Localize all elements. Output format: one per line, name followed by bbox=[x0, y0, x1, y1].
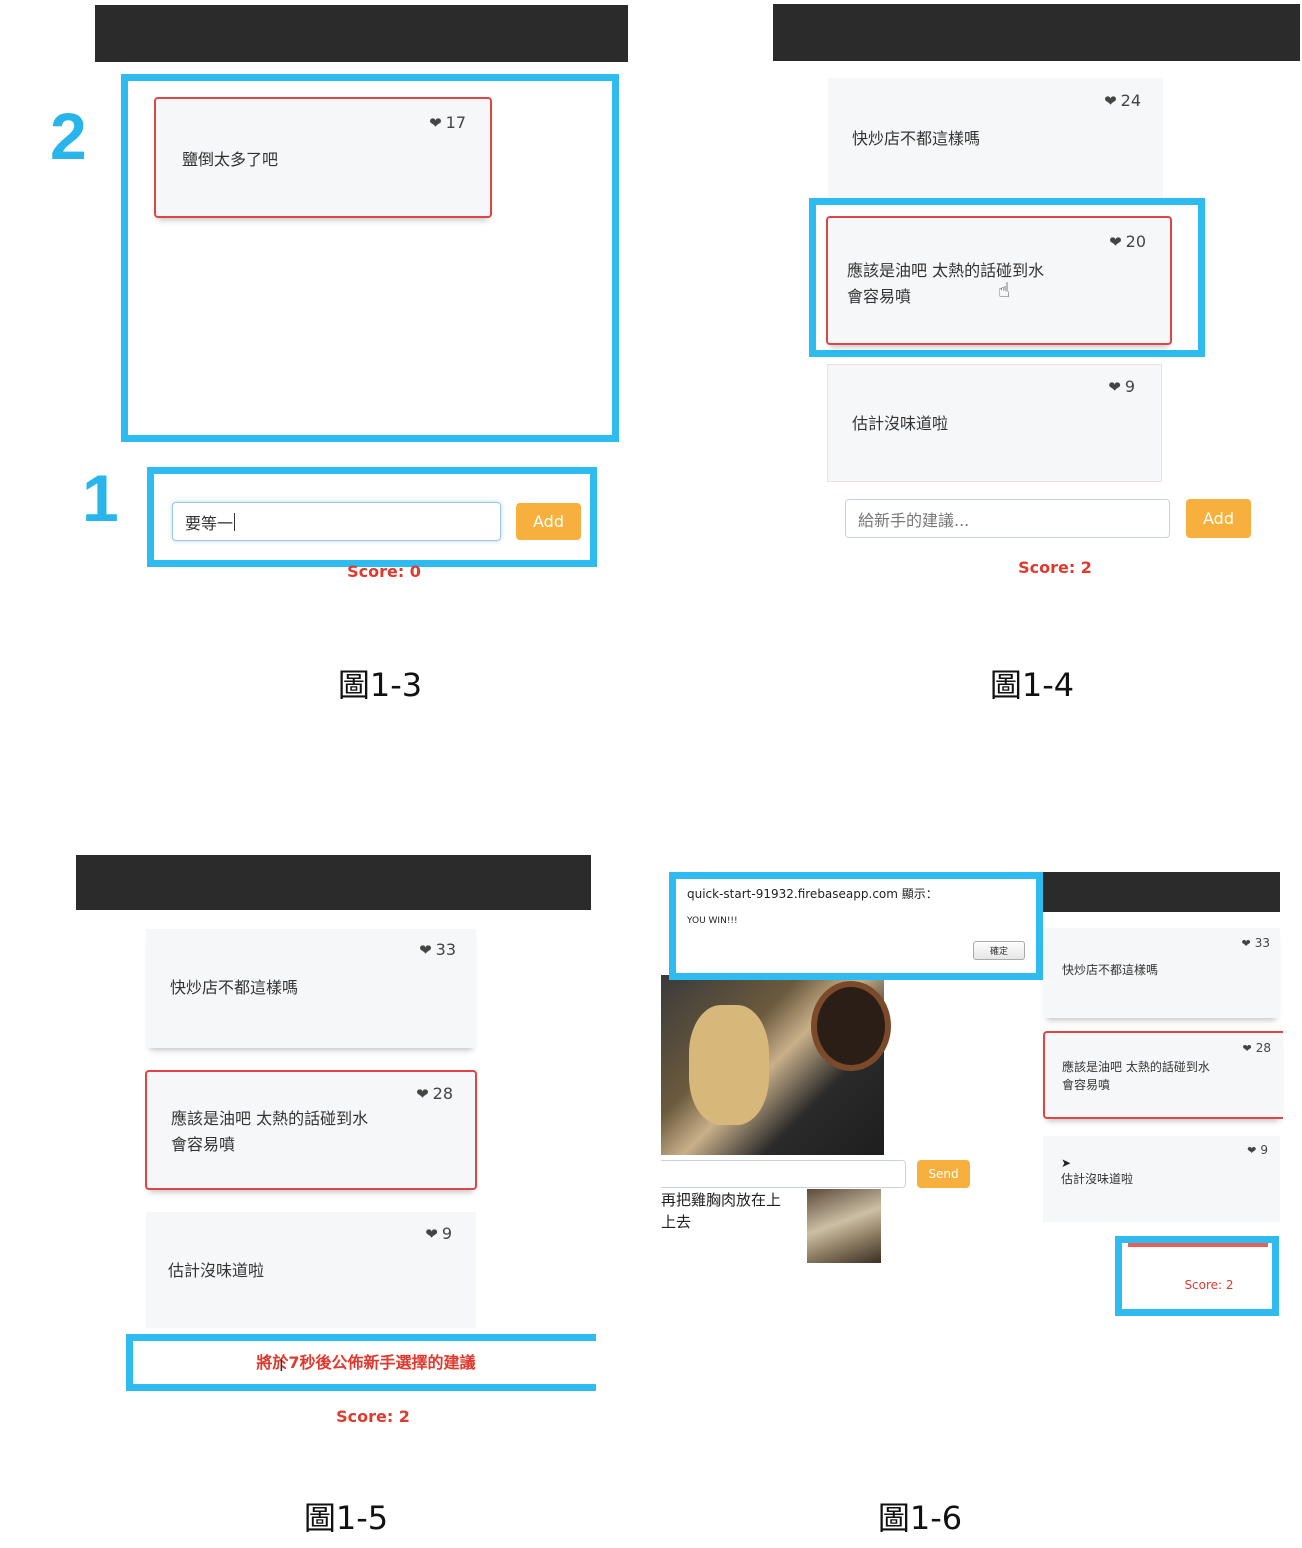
text-cursor-icon: I bbox=[279, 1356, 284, 1375]
step-marker-2: 2 bbox=[50, 99, 87, 173]
like-count[interactable]: ❤ 20 bbox=[1109, 232, 1146, 251]
like-count[interactable]: ❤ 9 bbox=[1108, 377, 1135, 396]
chat-input[interactable] bbox=[661, 1160, 906, 1188]
heart-icon: ❤ bbox=[1247, 1144, 1257, 1157]
figure-caption: 圖1-6 bbox=[877, 1499, 963, 1537]
alert-dialog: quick-start-91932.firebaseapp.com 顯示： YO… bbox=[669, 872, 1043, 980]
chat-message: 再把雞胸肉放在上 上去 bbox=[661, 1191, 782, 1231]
score-label: Score: 2 bbox=[1018, 558, 1092, 577]
stream-video bbox=[661, 975, 891, 1155]
score-label: Score: 2 bbox=[336, 1407, 410, 1426]
heart-icon: ❤ bbox=[416, 1085, 429, 1103]
send-button[interactable]: Send bbox=[917, 1160, 970, 1188]
pan-image bbox=[811, 981, 891, 1071]
hand-cursor-icon: ☝ bbox=[998, 278, 1011, 302]
suggestion-input[interactable]: 要等一 bbox=[172, 502, 501, 541]
add-button[interactable]: Add bbox=[1186, 499, 1251, 538]
suggestion-text: 估計沒味道啦 bbox=[1061, 1172, 1134, 1186]
suggestion-card[interactable]: ❤ 9 ➤ 估計沒味道啦 bbox=[1043, 1136, 1280, 1222]
navbar bbox=[1040, 872, 1280, 912]
chicken-breast-image bbox=[689, 1005, 769, 1125]
score-label: Score: 0 bbox=[347, 562, 421, 581]
score-label: Score: 2 bbox=[1184, 1278, 1234, 1292]
dialog-message: YOU WIN!!! bbox=[687, 916, 738, 926]
like-count[interactable]: ❤ 33 bbox=[1242, 936, 1271, 950]
chat-image-thumbnail bbox=[807, 1189, 881, 1263]
suggestion-text: 快炒店不都這樣嗎 bbox=[1062, 963, 1159, 977]
suggestion-text: 鹽倒太多了吧 bbox=[182, 150, 279, 169]
suggestion-card[interactable]: ❤ 33 快炒店不都這樣嗎 bbox=[1043, 928, 1280, 1018]
suggestion-text: 快炒店不都這樣嗎 bbox=[170, 978, 299, 997]
heart-icon: ❤ bbox=[419, 941, 432, 959]
like-count[interactable]: ❤ 9 bbox=[1247, 1143, 1268, 1157]
navbar bbox=[773, 4, 1300, 61]
suggestion-input[interactable]: 給新手的建議... bbox=[845, 499, 1170, 538]
suggestion-text: 應該是油吧 太熱的話碰到水 會容易噴 bbox=[847, 261, 1045, 306]
add-button[interactable]: Add bbox=[516, 503, 581, 540]
arrow-cursor-icon: ➤ bbox=[1061, 1156, 1072, 1170]
suggestion-text: 應該是油吧 太熱的話碰到水 會容易噴 bbox=[171, 1109, 369, 1154]
suggestion-card-selected[interactable]: ❤ 28 應該是油吧 太熱的話碰到水 會容易噴 bbox=[145, 1070, 477, 1190]
heart-icon: ❤ bbox=[429, 114, 442, 132]
heart-icon: ❤ bbox=[1109, 233, 1122, 251]
text-caret bbox=[234, 512, 236, 531]
suggestion-card[interactable]: ❤ 17 鹽倒太多了吧 bbox=[154, 97, 492, 218]
dialog-title: quick-start-91932.firebaseapp.com 顯示： bbox=[687, 887, 938, 901]
like-count[interactable]: ❤ 28 bbox=[1243, 1041, 1272, 1055]
clipped-announcement-bar bbox=[1128, 1243, 1268, 1247]
heart-icon: ❤ bbox=[1108, 378, 1121, 396]
heart-icon: ❤ bbox=[1242, 1042, 1252, 1055]
suggestion-card[interactable]: ❤ 33 快炒店不都這樣嗎 bbox=[146, 929, 476, 1048]
like-count[interactable]: ❤ 24 bbox=[1104, 91, 1141, 110]
announcement-text: 將於7秒後公佈新手選擇的建議 bbox=[256, 1353, 476, 1372]
ok-button[interactable]: 確定 bbox=[973, 941, 1025, 960]
suggestion-card[interactable]: ❤ 9 估計沒味道啦 bbox=[827, 364, 1162, 482]
suggestion-card-selected[interactable]: ❤ 28 應該是油吧 太熱的話碰到水 會容易噴 bbox=[1043, 1031, 1283, 1119]
like-count[interactable]: ❤ 33 bbox=[419, 940, 456, 959]
like-count[interactable]: ❤ 28 bbox=[416, 1084, 453, 1103]
heart-icon: ❤ bbox=[1241, 937, 1251, 950]
like-count[interactable]: ❤ 9 bbox=[425, 1224, 452, 1243]
like-count[interactable]: ❤ 17 bbox=[429, 113, 466, 132]
suggestion-text: 估計沒味道啦 bbox=[168, 1261, 265, 1280]
suggestion-card[interactable]: ❤ 9 估計沒味道啦 bbox=[146, 1212, 476, 1328]
figure-caption: 圖1-3 bbox=[337, 666, 423, 704]
heart-icon: ❤ bbox=[1104, 92, 1117, 110]
suggestion-card-hovered[interactable]: ❤ 20 應該是油吧 太熱的話碰到水 會容易噴 ☝ bbox=[826, 216, 1172, 345]
step-marker-1: 1 bbox=[82, 461, 119, 535]
highlight-box-score bbox=[1115, 1236, 1279, 1316]
suggestion-text: 應該是油吧 太熱的話碰到水 會容易噴 bbox=[1062, 1060, 1210, 1092]
navbar bbox=[95, 5, 628, 62]
suggestion-text: 估計沒味道啦 bbox=[852, 414, 949, 433]
suggestion-card[interactable]: ❤ 24 快炒店不都這樣嗎 bbox=[828, 78, 1163, 198]
figure-caption: 圖1-4 bbox=[989, 666, 1075, 704]
figure-caption: 圖1-5 bbox=[303, 1499, 389, 1537]
navbar bbox=[76, 855, 591, 910]
suggestion-text: 快炒店不都這樣嗎 bbox=[852, 129, 981, 148]
heart-icon: ❤ bbox=[425, 1225, 438, 1243]
